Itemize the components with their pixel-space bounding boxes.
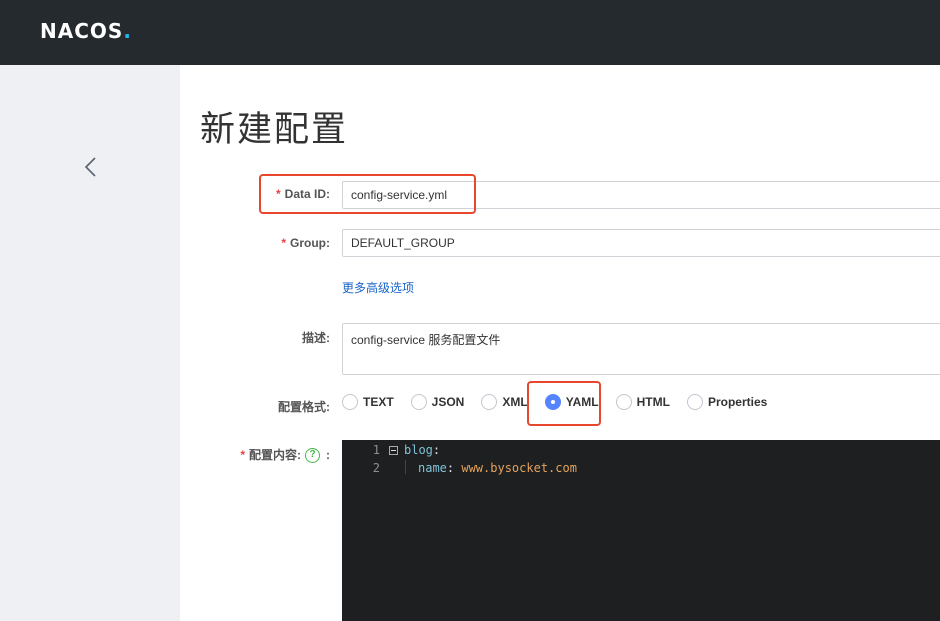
code-line: name: www.bysocket.com — [418, 461, 577, 475]
radio-html[interactable]: HTML — [615, 394, 670, 410]
content-label-text: 配置内容: — [249, 448, 301, 462]
yaml-value: www.bysocket.com — [461, 461, 577, 475]
yaml-separator: : — [446, 461, 462, 475]
radio-text[interactable]: TEXT — [342, 394, 394, 410]
code-editor[interactable]: 1 2 blog: name: www.bysocket.com — [342, 440, 940, 621]
radio-circle — [686, 394, 703, 410]
content-label: * 配置内容:?: — [240, 446, 330, 464]
radio-label: XML — [502, 395, 528, 409]
group-label: * Group: — [281, 236, 330, 250]
radio-circle — [342, 394, 358, 410]
data-id-label-text: Data ID: — [284, 187, 330, 201]
required-mark: * — [240, 448, 245, 462]
format-radio-group: TEXT JSON XML YAML HTML Properties — [342, 394, 784, 410]
main-content: 新建配置 * Data ID: config-service.yml * Group… — [180, 65, 940, 621]
line-number: 1 — [372, 443, 380, 457]
data-id-label: * Data ID: — [276, 187, 330, 201]
radio-label: TEXT — [363, 395, 394, 409]
top-navbar: NACOS. — [0, 0, 940, 65]
radio-yaml[interactable]: YAML — [544, 394, 599, 410]
radio-circle — [544, 394, 561, 410]
format-label: 配置格式: — [278, 400, 330, 414]
help-icon[interactable]: ? — [305, 448, 320, 464]
required-mark: * — [281, 236, 286, 250]
radio-circle — [481, 394, 498, 410]
yaml-key: blog — [404, 443, 433, 457]
required-mark: * — [275, 187, 281, 201]
description-label: 描述: — [302, 331, 330, 345]
radio-label: JSON — [431, 395, 465, 409]
page-title: 新建配置 — [200, 110, 349, 150]
yaml-key: name — [418, 461, 447, 475]
fold-toggle-icon[interactable] — [389, 446, 398, 455]
data-id-value: config-service.yml — [351, 188, 448, 202]
chevron-left-icon[interactable] — [80, 155, 102, 179]
logo-dot: . — [123, 19, 132, 43]
code-line: blog: — [404, 443, 440, 457]
logo-text: NACOS — [40, 19, 124, 43]
radio-circle — [410, 394, 427, 410]
yaml-separator: : — [432, 443, 441, 457]
nacos-logo[interactable]: NACOS. — [40, 19, 132, 43]
advanced-options-link[interactable]: 更多高级选项 — [342, 279, 414, 296]
sidebar — [0, 65, 180, 621]
radio-label: Properties — [707, 395, 768, 409]
radio-label: HTML — [636, 395, 670, 409]
description-textarea[interactable]: config-service 服务配置文件 — [342, 323, 940, 375]
indent-guide — [405, 460, 406, 474]
group-label-text: Group: — [290, 236, 330, 250]
radio-properties[interactable]: Properties — [686, 394, 768, 410]
line-number: 2 — [372, 461, 380, 475]
group-value: DEFAULT_GROUP — [351, 236, 455, 250]
radio-circle — [615, 394, 632, 410]
radio-json[interactable]: JSON — [410, 394, 465, 410]
radio-label: YAML — [565, 395, 599, 409]
radio-xml[interactable]: XML — [481, 394, 528, 410]
data-id-input[interactable]: config-service.yml — [342, 181, 940, 209]
content-label-colon: : — [326, 448, 330, 462]
group-input[interactable]: DEFAULT_GROUP — [342, 229, 940, 257]
